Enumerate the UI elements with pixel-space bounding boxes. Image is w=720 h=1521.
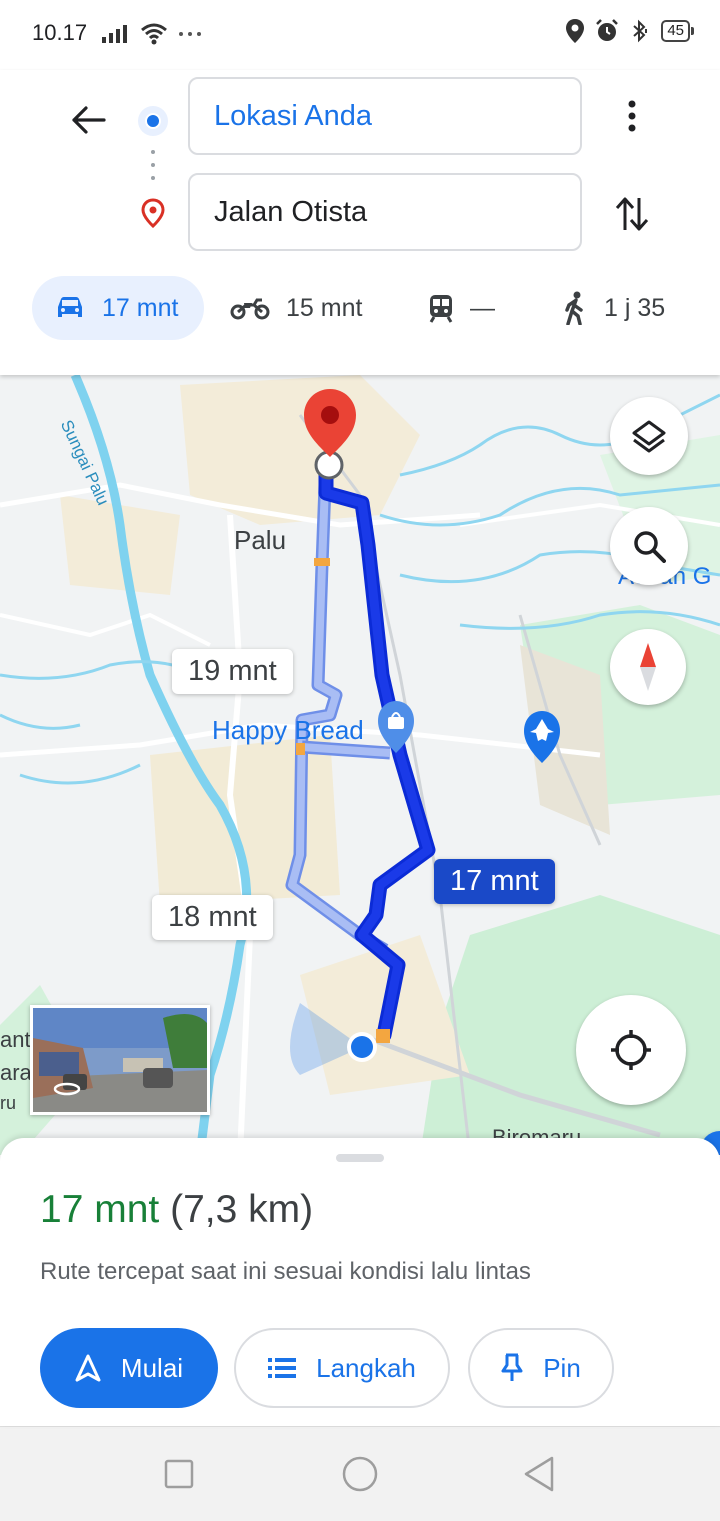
bluetooth-icon bbox=[633, 19, 648, 43]
tab-walk-label: 1 j 35 bbox=[604, 293, 666, 322]
directions-header: Lokasi Anda Jalan Otista 17 mnt 15 mnt —… bbox=[0, 70, 720, 375]
wifi-icon bbox=[141, 23, 167, 45]
route-distance: (7,3 km) bbox=[170, 1188, 314, 1231]
poi-label-happy-bread[interactable]: Happy Bread bbox=[212, 715, 364, 746]
walking-icon bbox=[565, 291, 583, 325]
status-bar: 10.17 45 bbox=[0, 0, 720, 70]
signal-icon bbox=[102, 25, 127, 43]
route-note: Rute tercepat saat ini sesuai kondisi la… bbox=[40, 1258, 531, 1285]
swap-button[interactable] bbox=[606, 188, 658, 240]
my-location-icon bbox=[611, 1030, 651, 1070]
destination-pin-icon bbox=[141, 198, 165, 228]
street-view-thumbnail[interactable] bbox=[30, 1005, 210, 1115]
street-view-360-icon bbox=[53, 1082, 81, 1096]
route-summary: 17 mnt (7,3 km) bbox=[40, 1188, 313, 1232]
edge-label-left-1: ant bbox=[0, 1027, 31, 1052]
route-bubble-alt-1[interactable]: 19 mnt bbox=[172, 649, 293, 694]
arrow-back-icon bbox=[72, 106, 106, 134]
back-nav-icon[interactable] bbox=[522, 1455, 556, 1493]
map-view[interactable]: Sungai Palu Palu Happy Bread Achan G ant… bbox=[0, 375, 720, 1155]
compass-icon bbox=[640, 643, 656, 691]
search-icon bbox=[634, 531, 666, 563]
more-options-button[interactable] bbox=[610, 94, 654, 138]
layers-icon bbox=[632, 420, 666, 453]
drag-handle[interactable] bbox=[336, 1154, 384, 1162]
destination-field[interactable]: Jalan Otista bbox=[188, 173, 582, 251]
back-button[interactable] bbox=[64, 96, 112, 144]
pin-button[interactable]: Pin bbox=[468, 1328, 614, 1408]
system-nav-bar bbox=[0, 1426, 720, 1521]
compass-button[interactable] bbox=[610, 629, 686, 705]
route-bubble-main[interactable]: 17 mnt bbox=[434, 859, 555, 904]
swap-vert-icon bbox=[615, 197, 649, 231]
route-summary-sheet: 17 mnt (7,3 km) Rute tercepat saat ini s… bbox=[0, 1138, 720, 1426]
tab-car-label: 17 mnt bbox=[102, 293, 179, 322]
tab-walk[interactable]: 1 j 35 bbox=[562, 276, 665, 340]
city-label: Palu bbox=[234, 525, 287, 555]
route-bubble-alt-2[interactable]: 18 mnt bbox=[152, 895, 273, 940]
tab-car[interactable]: 17 mnt bbox=[32, 276, 204, 340]
train-icon bbox=[429, 295, 453, 323]
tab-transit[interactable]: — bbox=[428, 276, 495, 340]
tab-motorbike-label: 15 mnt bbox=[286, 293, 363, 322]
battery-indicator: 45 bbox=[661, 20, 694, 42]
pin-icon bbox=[501, 1353, 523, 1381]
more-vert-icon bbox=[628, 100, 636, 132]
street-view-image bbox=[33, 1008, 207, 1112]
steps-button-label: Langkah bbox=[316, 1352, 416, 1383]
alarm-icon bbox=[596, 19, 619, 41]
start-button-label: Mulai bbox=[120, 1352, 184, 1383]
pin-button-label: Pin bbox=[543, 1352, 581, 1383]
layers-button[interactable] bbox=[610, 397, 688, 475]
home-icon[interactable] bbox=[341, 1455, 379, 1493]
my-location-button[interactable] bbox=[576, 995, 686, 1105]
navigation-arrow-icon bbox=[75, 1354, 101, 1382]
location-icon bbox=[566, 19, 585, 43]
route-connector-icon bbox=[151, 150, 155, 180]
edge-label-left-3: ru bbox=[0, 1093, 17, 1113]
search-along-route-button[interactable] bbox=[610, 507, 688, 585]
travel-mode-tabs: 17 mnt 15 mnt — 1 j 35 bbox=[0, 276, 720, 342]
motorbike-icon bbox=[230, 298, 270, 320]
recents-icon[interactable] bbox=[164, 1459, 194, 1489]
steps-button[interactable]: Langkah bbox=[234, 1328, 450, 1408]
status-time: 10.17 bbox=[32, 20, 88, 45]
car-icon bbox=[58, 297, 82, 317]
origin-dot-icon bbox=[138, 106, 168, 136]
tab-transit-label: — bbox=[470, 293, 495, 322]
origin-field[interactable]: Lokasi Anda bbox=[188, 77, 582, 155]
more-notifications-icon bbox=[179, 32, 201, 36]
start-button[interactable]: Mulai bbox=[40, 1328, 218, 1408]
route-duration: 17 mnt bbox=[40, 1188, 160, 1231]
tab-motorbike[interactable]: 15 mnt bbox=[230, 276, 362, 340]
edge-label-left-2: ara bbox=[0, 1060, 32, 1085]
list-icon bbox=[268, 1358, 297, 1378]
